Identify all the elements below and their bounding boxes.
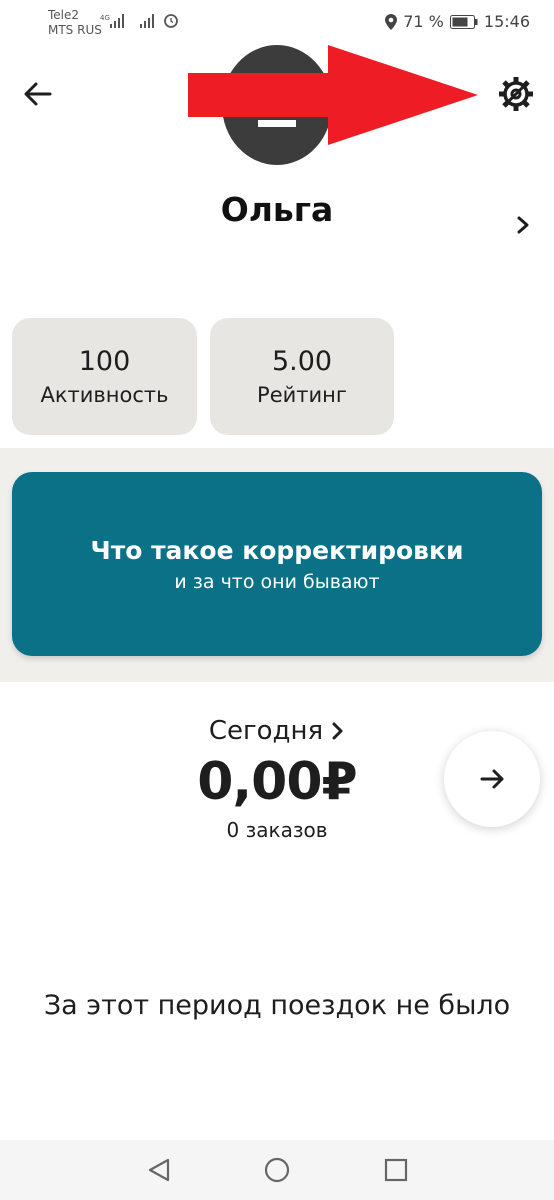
- nav-home-icon[interactable]: [264, 1157, 290, 1183]
- location-icon: [385, 13, 398, 30]
- activity-card[interactable]: 100 Активность: [12, 318, 197, 435]
- nav-recents-icon[interactable]: [383, 1157, 409, 1183]
- next-button[interactable]: [444, 731, 540, 827]
- carrier-2: MTS RUS: [48, 23, 102, 37]
- carrier-1: Tele2: [48, 8, 80, 22]
- period-label: Сегодня: [208, 716, 324, 746]
- banner-subtitle: и за что они бывают: [174, 571, 380, 593]
- rating-value: 5.00: [271, 346, 333, 377]
- settings-button[interactable]: [496, 74, 536, 114]
- status-right: 71 % 15:46: [385, 12, 530, 31]
- profile-name[interactable]: Ольга: [0, 190, 554, 229]
- battery-icon: [449, 14, 478, 29]
- chevron-right-icon: [332, 722, 343, 740]
- rating-label: Рейтинг: [257, 383, 347, 407]
- clock: 15:46: [483, 12, 530, 31]
- carrier-info: Tele2 MTS RUS: [48, 8, 102, 38]
- corrections-banner[interactable]: Что такое корректировки и за что они быв…: [12, 472, 542, 656]
- chevron-right-icon: [517, 216, 529, 234]
- empty-state-message: За этот период поездок не было: [43, 990, 511, 1021]
- arrow-right-icon: [480, 769, 504, 789]
- rating-card[interactable]: 5.00 Рейтинг: [210, 318, 394, 435]
- nav-back-icon[interactable]: [146, 1157, 172, 1183]
- activity-label: Активность: [40, 383, 169, 407]
- banner-title: Что такое корректировки: [90, 536, 464, 565]
- back-button[interactable]: [20, 76, 56, 112]
- arrow-left-icon: [24, 82, 52, 106]
- red-arrow-annotation: [188, 45, 478, 145]
- network-type: 4G: [100, 14, 110, 22]
- gear-icon: [499, 77, 533, 111]
- battery-percent: 71 %: [403, 12, 444, 31]
- activity-value: 100: [78, 346, 131, 377]
- profile-chevron[interactable]: [512, 212, 534, 238]
- signal-icons: 4G: [100, 12, 184, 34]
